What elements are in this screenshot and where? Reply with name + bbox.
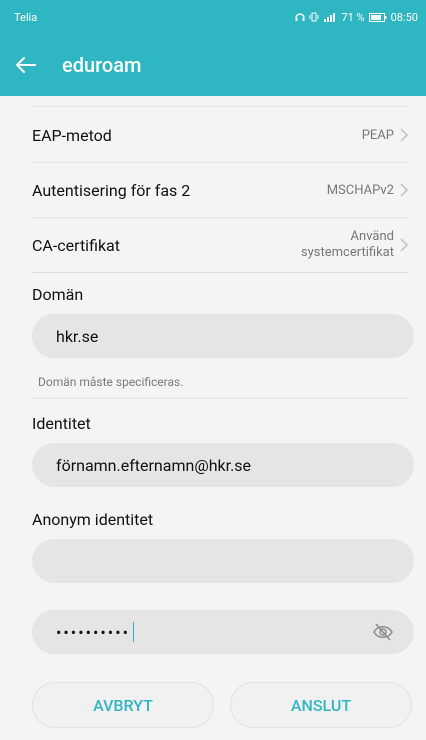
identity-input[interactable]: förnamn.efternamn@hkr.se: [32, 443, 414, 487]
phase2-auth-label: Autentisering för fas 2: [32, 180, 191, 200]
anonymous-identity-label: Anonym identitet: [32, 510, 154, 529]
eap-method-value: PEAP: [361, 127, 394, 143]
password-masked-value: ••••••••••: [56, 622, 130, 642]
ca-certificate-value-line1: Använd: [350, 229, 394, 244]
divider: [32, 106, 408, 107]
carrier-label: Telia: [14, 10, 38, 24]
battery-percent: 71 %: [341, 10, 365, 24]
chevron-right-icon: [400, 128, 408, 142]
chevron-right-icon: [400, 183, 408, 197]
settings-form: EAP-metod PEAP Autentisering för fas 2 M…: [0, 96, 426, 740]
domain-label: Domän: [32, 285, 84, 304]
domain-value: hkr.se: [56, 326, 99, 346]
cancel-button[interactable]: AVBRYT: [32, 682, 214, 728]
app-bar: eduroam: [0, 34, 426, 96]
chevron-right-icon: [400, 238, 408, 252]
domain-helper-text: Domän måste specificeras.: [38, 375, 184, 389]
signal-icon: [324, 13, 336, 22]
phase2-auth-value: MSCHAPv2: [326, 182, 394, 198]
password-input[interactable]: ••••••••••: [32, 610, 414, 654]
anonymous-identity-input[interactable]: [32, 539, 414, 583]
ca-certificate-value: Använd systemcertifikat: [301, 229, 394, 261]
status-icons: 71 % 08:50: [295, 11, 418, 24]
headset-icon: [295, 13, 306, 21]
identity-value: förnamn.efternamn@hkr.se: [56, 455, 252, 475]
eap-method-row[interactable]: EAP-metod PEAP: [32, 108, 408, 163]
vibrate-icon: [309, 12, 319, 22]
ca-certificate-row[interactable]: CA-certifikat Använd systemcertifikat: [32, 218, 408, 273]
domain-input[interactable]: hkr.se: [32, 314, 414, 358]
clock: 08:50: [390, 10, 418, 24]
connect-button[interactable]: ANSLUT: [230, 682, 412, 728]
ca-certificate-label: CA-certifikat: [32, 235, 120, 255]
divider: [32, 398, 408, 399]
eap-method-label: EAP-metod: [32, 125, 112, 145]
back-arrow-icon[interactable]: [14, 53, 38, 77]
text-cursor: [132, 622, 135, 642]
ca-certificate-value-line2: systemcertifikat: [300, 245, 394, 260]
phase2-auth-row[interactable]: Autentisering för fas 2 MSCHAPv2: [32, 163, 408, 218]
page-title: eduroam: [62, 53, 142, 77]
eye-off-icon[interactable]: [372, 622, 394, 642]
identity-label: Identitet: [32, 414, 91, 433]
status-bar: Telia 71 % 08:50: [0, 0, 426, 34]
battery-icon: [368, 12, 387, 22]
